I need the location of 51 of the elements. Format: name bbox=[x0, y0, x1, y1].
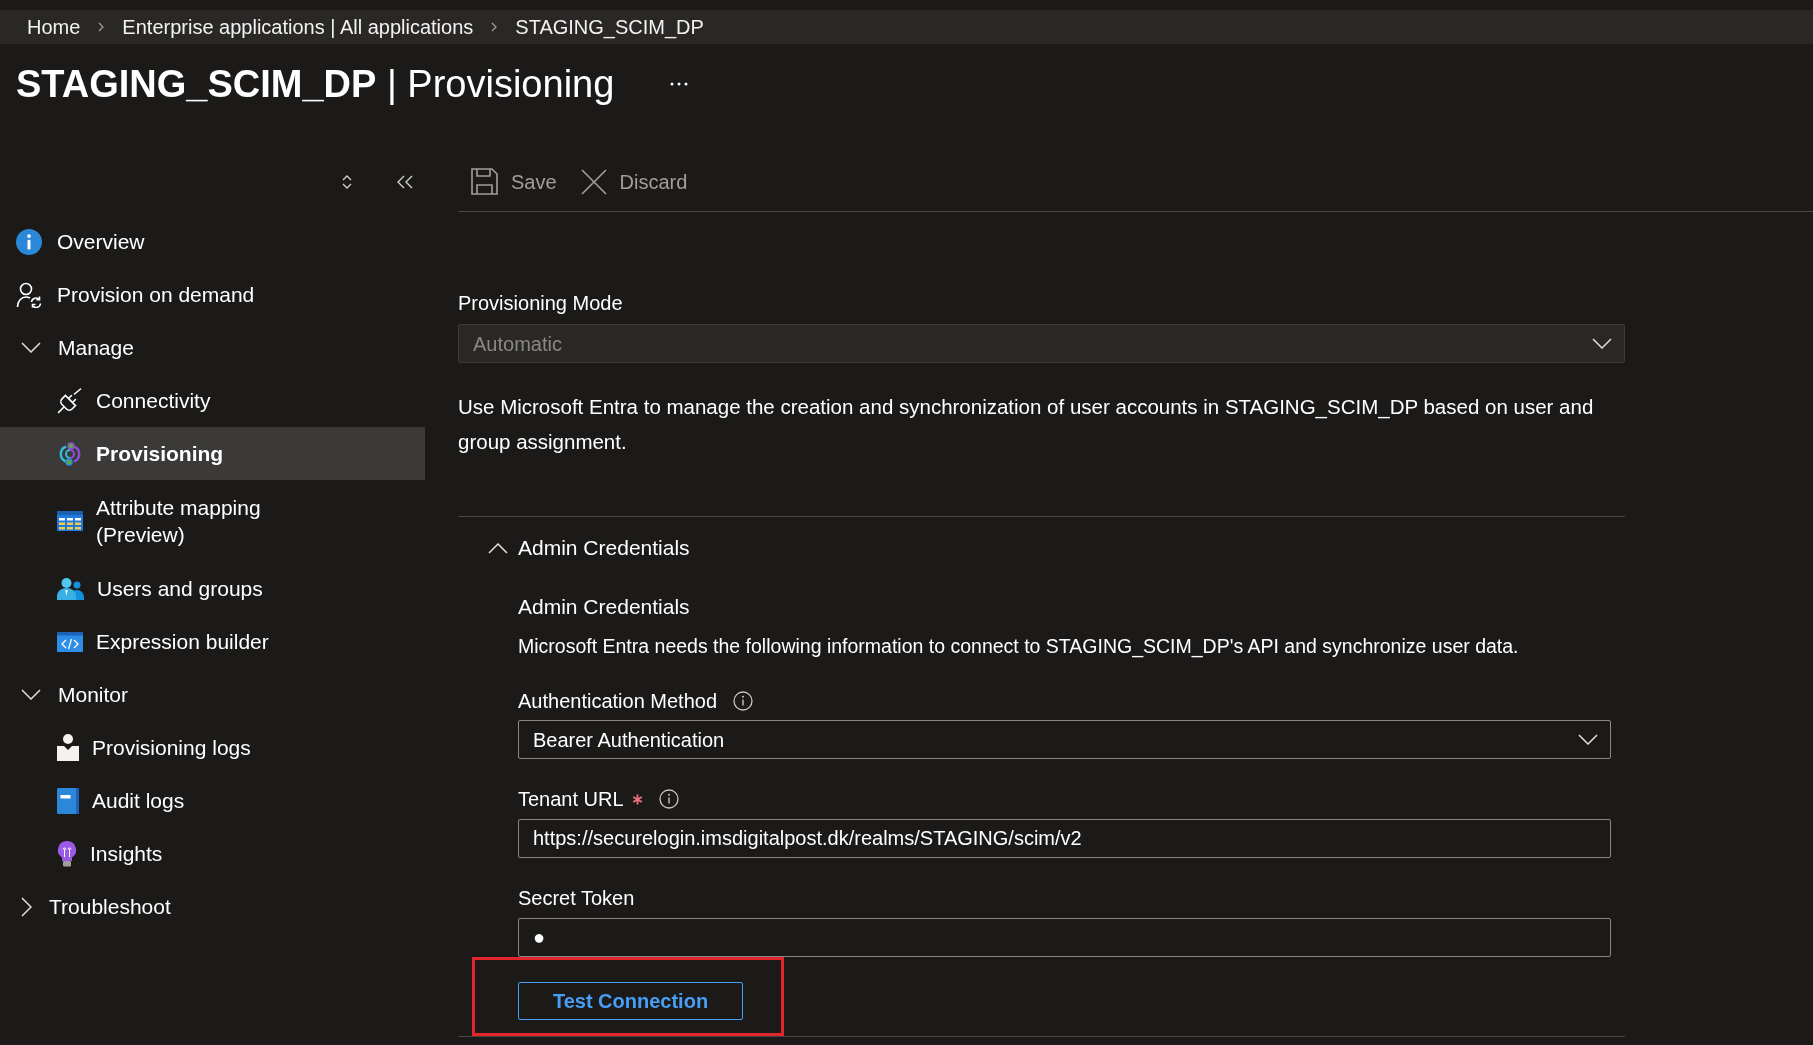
field-label: Tenant URL bbox=[518, 787, 624, 812]
chevron-right-icon bbox=[21, 896, 32, 917]
chevron-down-icon bbox=[21, 689, 41, 700]
book-icon bbox=[57, 787, 79, 814]
people-icon bbox=[57, 577, 84, 600]
person-sync-icon bbox=[16, 281, 42, 308]
breadcrumb-link[interactable]: Home bbox=[27, 12, 81, 42]
lightbulb-icon bbox=[57, 840, 77, 867]
sidebar-item[interactable]: Provisioning logs bbox=[0, 721, 425, 774]
description-text: Use Microsoft Entra to manage the creation and synchronization of user accounts in STAGING_SCIM_DP based on user and group assignment. bbox=[458, 394, 1595, 455]
sidebar-item[interactable]: Attribute mapping (Preview) bbox=[0, 480, 425, 562]
section-header[interactable]: Admin Credentials bbox=[458, 528, 690, 568]
info-icon bbox=[16, 228, 42, 255]
sidebar-item[interactable]: Insights bbox=[0, 827, 425, 880]
section-description: Microsoft Entra needs the following information to connect to STAGING_SCIM_DP's API and synchronize user data. bbox=[518, 634, 1520, 660]
section-heading: Admin Credentials bbox=[518, 594, 691, 620]
chevron-down-icon bbox=[1592, 338, 1612, 349]
field-label: Secret Token bbox=[518, 886, 635, 911]
sidebar-item[interactable]: Users and groups bbox=[0, 562, 425, 615]
more-icon bbox=[670, 82, 689, 86]
field-label: Provisioning Mode bbox=[458, 291, 624, 316]
breadcrumb-link[interactable]: STAGING_SCIM_DP bbox=[515, 12, 704, 42]
page-title: STAGING_SCIM_DP | Provisioning bbox=[16, 63, 615, 105]
table-icon bbox=[57, 511, 83, 531]
chevron-up-icon bbox=[488, 542, 508, 554]
dropdown[interactable]: Bearer Authentication bbox=[518, 720, 1611, 759]
linked-circles-icon bbox=[57, 440, 83, 467]
password-field[interactable]: ● bbox=[518, 918, 1611, 957]
chevron-right-icon bbox=[491, 22, 498, 32]
chevron-down-icon bbox=[21, 342, 41, 353]
sidebar-item[interactable]: Connectivity bbox=[0, 374, 425, 427]
plug-icon bbox=[57, 387, 83, 414]
sidebar-item[interactable]: Overview bbox=[0, 215, 425, 268]
code-window-icon bbox=[57, 631, 83, 652]
test-connection-button[interactable]: Test Connection bbox=[518, 982, 743, 1020]
cross-icon bbox=[580, 168, 607, 195]
sidebar-group-header[interactable]: Troubleshoot bbox=[0, 880, 425, 933]
breadcrumb-link[interactable]: Enterprise applications | All applications bbox=[122, 12, 474, 42]
field-label: Authentication Method bbox=[518, 689, 718, 714]
sidebar-item[interactable]: Audit logs bbox=[0, 774, 425, 827]
sidebar-group-header[interactable]: Monitor bbox=[0, 668, 425, 721]
chevron-down-icon bbox=[1578, 734, 1598, 745]
up-down-chevron-icon bbox=[342, 174, 352, 190]
chevron-right-icon bbox=[98, 22, 105, 32]
sidebar-item[interactable]: Provisioning bbox=[0, 427, 425, 480]
sidebar-item[interactable]: Provision on demand bbox=[0, 268, 425, 321]
sidebar-item[interactable]: Expression builder bbox=[0, 615, 425, 668]
double-chevron-left-icon bbox=[397, 175, 413, 189]
sidebar-group-header[interactable]: Manage bbox=[0, 321, 425, 374]
input-field[interactable]: https://securelogin.imsdigitalpost.dk/realms/STAGING/scim/v2 bbox=[518, 819, 1611, 858]
person-document-icon bbox=[57, 734, 79, 761]
